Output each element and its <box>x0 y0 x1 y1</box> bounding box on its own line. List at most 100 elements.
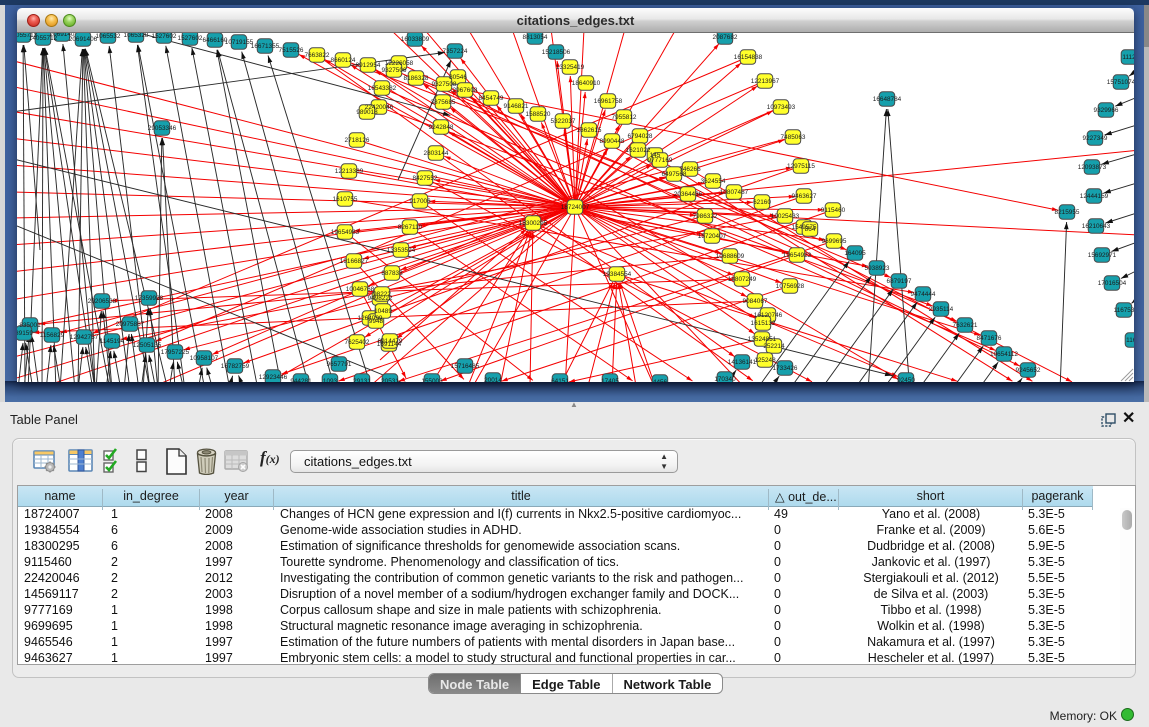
svg-text:9227349: 9227349 <box>1083 135 1108 142</box>
svg-text:6914479: 6914479 <box>378 338 403 345</box>
svg-text:1065328: 1065328 <box>124 33 149 39</box>
svg-text:1610755: 1610755 <box>333 196 358 203</box>
svg-text:16210643: 16210643 <box>1082 223 1111 230</box>
svg-text:13325419: 13325419 <box>556 64 585 71</box>
svg-text:9084067: 9084067 <box>743 298 768 305</box>
svg-text:20531: 20531 <box>381 378 399 382</box>
svg-text:12975115: 12975115 <box>787 163 815 170</box>
svg-text:20206538: 20206538 <box>88 298 117 305</box>
svg-text:5322037: 5322037 <box>551 118 576 125</box>
svg-text:3875685: 3875685 <box>431 99 456 106</box>
svg-text:9242848: 9242848 <box>429 124 454 131</box>
svg-text:746266: 746266 <box>679 166 701 173</box>
svg-text:16120746: 16120746 <box>754 312 783 319</box>
svg-text:39159: 39159 <box>17 330 33 337</box>
svg-text:15751074: 15751074 <box>1107 79 1134 86</box>
svg-text:8660124: 8660124 <box>331 57 356 64</box>
svg-text:944281: 944281 <box>290 378 312 382</box>
svg-text:16648784: 16648784 <box>873 96 902 103</box>
svg-text:12505135: 12505135 <box>133 342 162 349</box>
svg-text:14136141: 14136141 <box>728 359 757 366</box>
svg-text:10688609: 10688609 <box>716 253 745 260</box>
svg-text:1093: 1093 <box>323 378 338 382</box>
svg-text:12093873: 12093873 <box>1078 164 1107 171</box>
svg-text:7357224: 7357224 <box>443 48 468 55</box>
svg-text:9699695: 9699695 <box>822 238 847 245</box>
svg-text:12213389: 12213389 <box>335 168 364 175</box>
svg-text:9327506: 9327506 <box>382 67 407 74</box>
svg-text:7955812: 7955812 <box>612 114 637 121</box>
svg-text:10719155: 10719155 <box>225 39 254 46</box>
svg-text:10654112: 10654112 <box>990 351 1018 358</box>
svg-text:6794028: 6794028 <box>628 133 653 140</box>
svg-text:13524851: 13524851 <box>748 336 777 343</box>
svg-text:16154838: 16154838 <box>734 54 763 61</box>
svg-text:15720407: 15720407 <box>698 233 727 240</box>
svg-text:2967608: 2967608 <box>453 87 478 94</box>
svg-text:9948: 9948 <box>369 318 384 325</box>
svg-text:17359928: 17359928 <box>135 295 164 302</box>
svg-text:12226058: 12226058 <box>385 60 414 67</box>
svg-text:15218506: 15218506 <box>542 49 571 56</box>
svg-text:3624554: 3624554 <box>701 178 726 185</box>
svg-text:4456: 4456 <box>653 379 668 382</box>
svg-text:9245652: 9245652 <box>1016 367 1041 374</box>
svg-text:1615132: 1615132 <box>751 320 776 327</box>
svg-text:835001: 835001 <box>19 322 41 329</box>
svg-text:18724007: 18724007 <box>561 204 590 211</box>
svg-text:62160: 62160 <box>753 199 771 206</box>
svg-text:1527602: 1527602 <box>178 35 203 42</box>
svg-text:8454749: 8454749 <box>479 95 504 102</box>
svg-text:64151: 64151 <box>551 378 569 382</box>
svg-text:8912954: 8912954 <box>356 62 381 69</box>
svg-text:1065532: 1065532 <box>96 33 121 40</box>
svg-text:7625402: 7625402 <box>345 339 370 346</box>
svg-text:17016504: 17016504 <box>1098 280 1127 287</box>
svg-text:8990448: 8990448 <box>600 138 625 145</box>
svg-text:2718126: 2718126 <box>345 137 370 144</box>
svg-text:5938923: 5938923 <box>865 265 890 272</box>
svg-text:15692971: 15692971 <box>1088 252 1117 259</box>
svg-text:7632621: 7632621 <box>953 322 978 329</box>
svg-text:8427552: 8427552 <box>413 175 438 182</box>
svg-text:116753: 116753 <box>1114 307 1134 314</box>
svg-text:1527602: 1527602 <box>152 33 177 40</box>
svg-text:1362615: 1362615 <box>577 127 602 134</box>
svg-text:19384554: 19384554 <box>603 271 632 278</box>
svg-text:989018: 989018 <box>356 109 378 116</box>
svg-text:7485063: 7485063 <box>781 134 806 141</box>
svg-text:8186328: 8186328 <box>404 75 429 82</box>
svg-text:19654983: 19654983 <box>331 229 360 236</box>
svg-text:252214: 252214 <box>763 343 785 350</box>
svg-text:15716485: 15716485 <box>451 363 480 370</box>
svg-text:6879197: 6879197 <box>887 278 912 285</box>
svg-text:2935114: 2935114 <box>929 306 954 313</box>
svg-text:8215955: 8215955 <box>1055 209 1080 216</box>
svg-text:19654923: 19654923 <box>783 252 812 259</box>
svg-text:10025433: 10025433 <box>771 213 800 220</box>
svg-text:1112: 1112 <box>1122 54 1134 61</box>
svg-text:29131: 29131 <box>353 378 371 382</box>
svg-text:13353594: 13353594 <box>387 247 416 254</box>
svg-text:7515526: 7515526 <box>279 47 304 54</box>
svg-text:1733426: 1733426 <box>773 365 798 372</box>
svg-text:12923446: 12923446 <box>259 374 288 381</box>
svg-text:8813054: 8813054 <box>523 34 548 41</box>
svg-text:16671355: 16671355 <box>251 43 280 50</box>
svg-text:9115460: 9115460 <box>821 207 846 214</box>
svg-text:12213967: 12213967 <box>751 78 780 85</box>
svg-text:20364436: 20364436 <box>674 191 703 198</box>
svg-text:1167: 1167 <box>1126 337 1134 344</box>
svg-text:1145194: 1145194 <box>100 338 125 345</box>
svg-text:12942757: 12942757 <box>70 334 99 341</box>
svg-text:1588520: 1588520 <box>526 111 551 118</box>
svg-text:18300295: 18300295 <box>519 220 548 227</box>
svg-text:155003: 155003 <box>421 378 443 382</box>
svg-text:20975867: 20975867 <box>116 321 145 328</box>
svg-text:887833: 887833 <box>381 270 403 277</box>
svg-text:9146821: 9146821 <box>504 103 529 110</box>
svg-text:10756928: 10756928 <box>776 283 805 290</box>
svg-text:12444159: 12444159 <box>1080 193 1109 200</box>
svg-text:10807487: 10807487 <box>720 189 749 196</box>
svg-text:917006: 917006 <box>409 198 431 205</box>
